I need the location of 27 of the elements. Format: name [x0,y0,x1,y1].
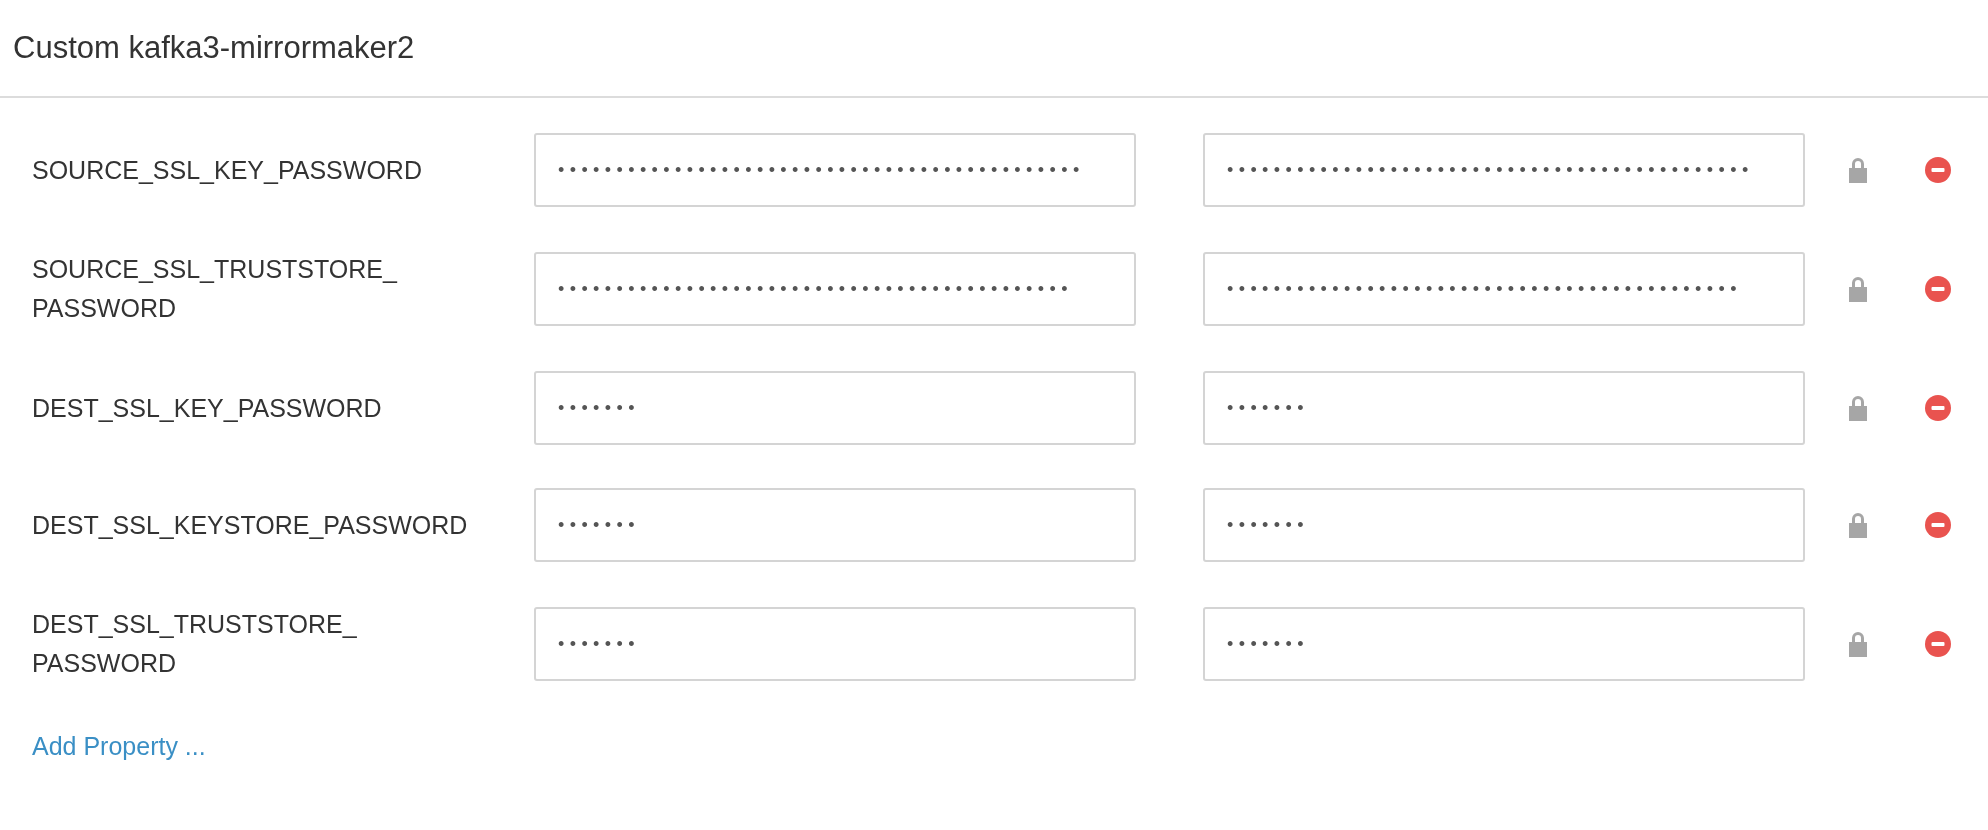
section-title: Custom kafka3-mirrormaker2 [13,30,415,66]
password-field[interactable]: ••••••• [534,488,1136,562]
property-name: SOURCE_SSL_KEY_PASSWORD [32,154,423,186]
remove-icon[interactable] [1925,276,1951,302]
password-field[interactable]: •••••••••••••••••••••••••••••••••••••••••••• [1203,252,1805,326]
password-field[interactable]: •••••••••••••••••••••••••••••••••••••••••••• [534,252,1136,326]
property-name: DEST_SSL_KEYSTORE_PASSWORD [32,509,469,541]
remove-icon[interactable] [1925,631,1951,657]
password-field[interactable]: ••••••• [534,607,1136,681]
lock-icon[interactable] [1847,512,1869,538]
lock-icon[interactable] [1847,276,1869,302]
remove-icon[interactable] [1925,512,1951,538]
password-field[interactable]: ••••••• [1203,607,1805,681]
lock-icon[interactable] [1847,157,1869,183]
password-field[interactable]: ••••••••••••••••••••••••••••••••••••••••••••• [1203,133,1805,207]
password-field[interactable]: ••••••• [1203,488,1805,562]
property-name: DEST_SSL_KEY_PASSWORD [32,392,383,424]
remove-icon[interactable] [1925,157,1951,183]
property-name: SOURCE_SSL_TRUSTSTORE_ PASSWORD [32,254,399,324]
password-field[interactable]: ••••••••••••••••••••••••••••••••••••••••••••• [534,133,1136,207]
lock-icon[interactable] [1847,395,1869,421]
property-name: DEST_SSL_TRUSTSTORE_ PASSWORD [32,609,358,679]
lock-icon[interactable] [1847,631,1869,657]
password-field[interactable]: ••••••• [534,371,1136,445]
remove-icon[interactable] [1925,395,1951,421]
add-property-link[interactable]: Add Property ... [32,732,206,761]
password-field[interactable]: ••••••• [1203,371,1805,445]
